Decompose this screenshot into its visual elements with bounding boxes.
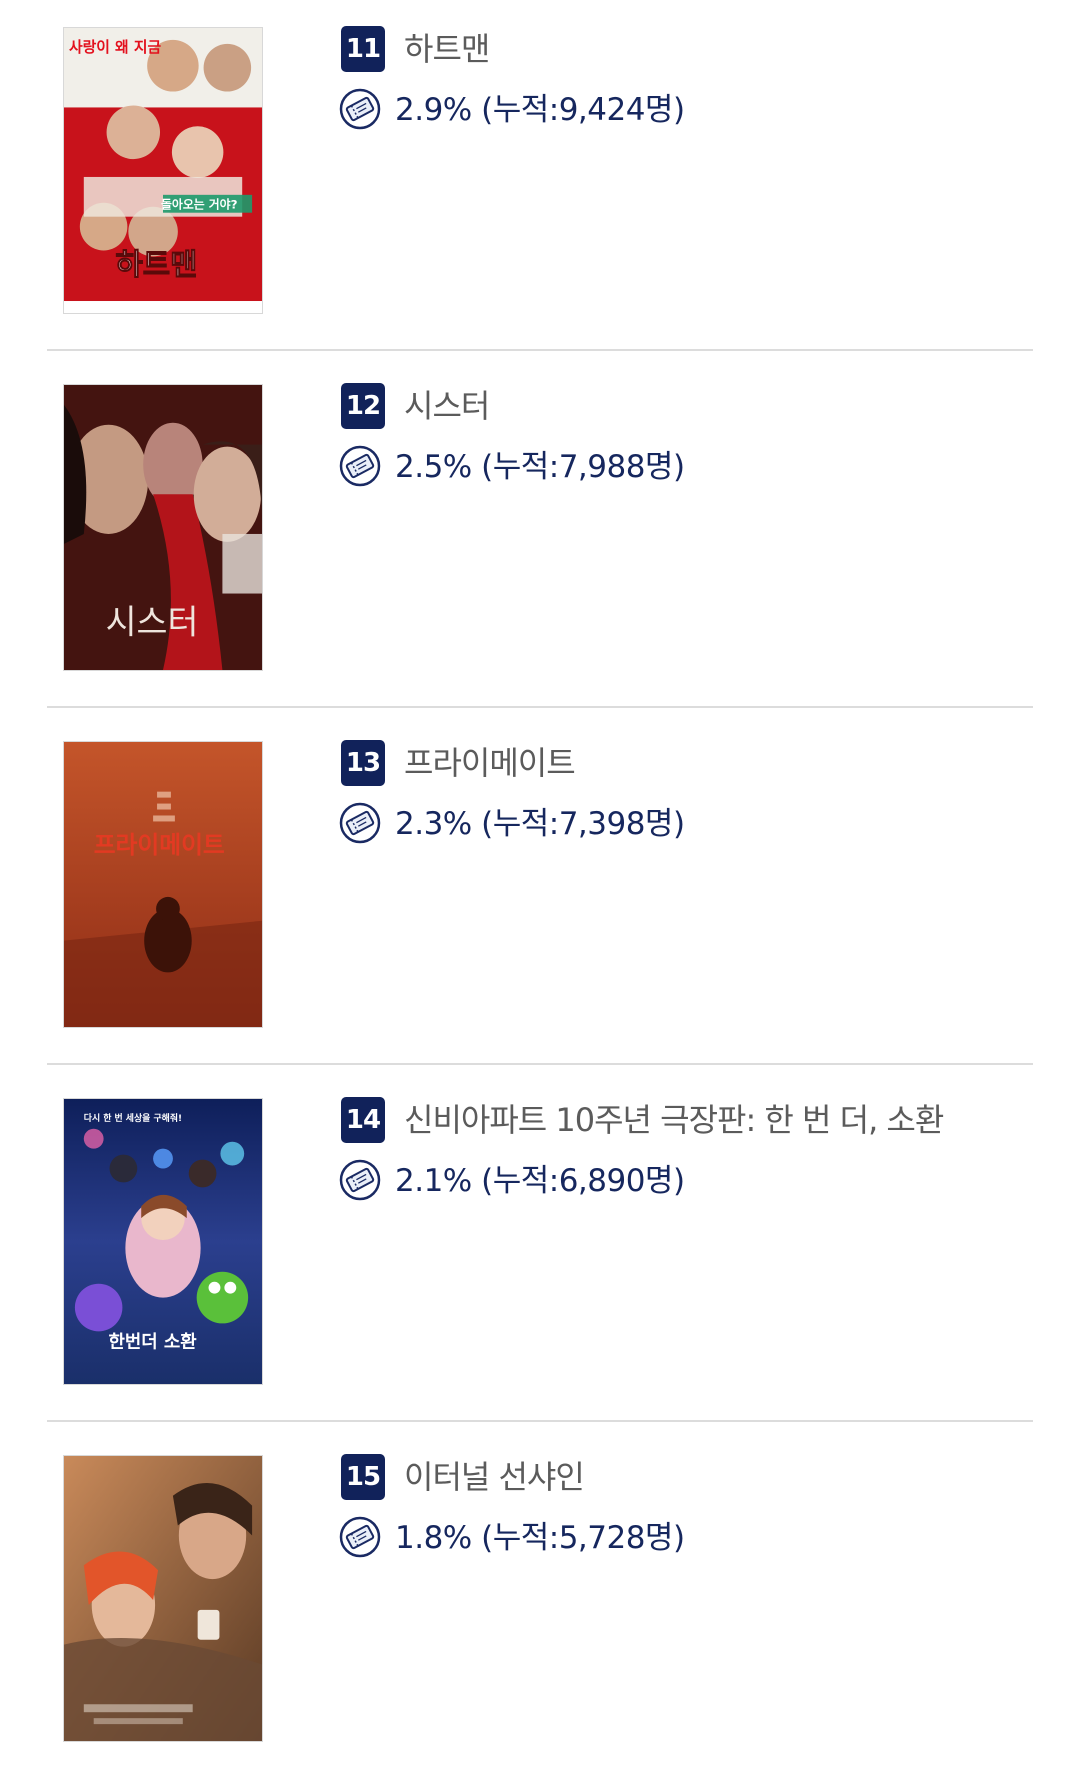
movie-title[interactable]: 신비아파트 10주년 극장판: 한 번 더, 소환 — [404, 1097, 944, 1143]
poster-image — [64, 1456, 262, 1741]
divider — [47, 706, 1033, 708]
svg-text:돌아오는 거야?: 돌아오는 거야? — [161, 198, 238, 212]
svg-text:시스터: 시스터 — [106, 602, 199, 641]
rank-badge: 12 — [341, 383, 385, 429]
movie-poster[interactable]: 프라이메이트 — [63, 741, 263, 1028]
movie-poster[interactable]: 사랑이 왜 지금 돌아오는 거야? 하트맨 — [63, 27, 263, 314]
list-item[interactable]: 15 이터널 선샤인 1.8% (누적:5,728명) — [0, 1428, 1080, 1785]
list-item[interactable]: 프라이메이트 13 프라이메이트 2.3% (누적:7,398명) — [0, 714, 1080, 1071]
ticket-icon — [339, 88, 381, 130]
poster-image: 다시 한 번 세상을 구해줘! 한번더 소환 — [64, 1099, 262, 1384]
movie-title[interactable]: 시스터 — [404, 383, 490, 429]
rank-badge: 15 — [341, 1454, 385, 1500]
movie-title[interactable]: 이터널 선샤인 — [404, 1454, 585, 1500]
rank-badge: 14 — [341, 1097, 385, 1143]
ticket-icon — [339, 1159, 381, 1201]
svg-text:다시 한 번 세상을 구해줘!: 다시 한 번 세상을 구해줘! — [84, 1112, 182, 1124]
list-item[interactable]: 사랑이 왜 지금 돌아오는 거야? 하트맨 11 하트맨 2.9% (누적:9,… — [0, 0, 1080, 357]
movie-title[interactable]: 프라이메이트 — [404, 740, 576, 786]
ticket-icon — [339, 802, 381, 844]
audience-stat: 2.3% (누적:7,398명) — [395, 806, 685, 842]
movie-title[interactable]: 하트맨 — [404, 26, 490, 72]
svg-text:하트맨: 하트맨 — [115, 247, 197, 282]
divider — [47, 1420, 1033, 1422]
audience-stat: 2.9% (누적:9,424명) — [395, 92, 685, 128]
svg-text:프라이메이트: 프라이메이트 — [94, 831, 225, 859]
list-item[interactable]: 다시 한 번 세상을 구해줘! 한번더 소환 14 신비아파트 10주년 극장판… — [0, 1071, 1080, 1428]
poster-image: 프라이메이트 — [64, 742, 262, 1027]
audience-stat: 2.5% (누적:7,988명) — [395, 449, 685, 485]
rank-badge: 13 — [341, 740, 385, 786]
audience-stat: 1.8% (누적:5,728명) — [395, 1520, 685, 1556]
poster-image: 시스터 — [64, 385, 262, 670]
poster-image: 사랑이 왜 지금 돌아오는 거야? 하트맨 — [64, 28, 262, 313]
rank-badge: 11 — [341, 26, 385, 72]
ticket-icon — [339, 445, 381, 487]
movie-poster[interactable]: 시스터 — [63, 384, 263, 671]
divider — [47, 349, 1033, 351]
movie-poster[interactable]: 다시 한 번 세상을 구해줘! 한번더 소환 — [63, 1098, 263, 1385]
list-item[interactable]: 시스터 12 시스터 2.5% (누적:7,988명) — [0, 357, 1080, 714]
movie-poster[interactable] — [63, 1455, 263, 1742]
audience-stat: 2.1% (누적:6,890명) — [395, 1163, 685, 1199]
ticket-icon — [339, 1516, 381, 1558]
svg-text:사랑이 왜 지금: 사랑이 왜 지금 — [69, 38, 162, 56]
divider — [47, 1063, 1033, 1065]
svg-text:한번더 소환: 한번더 소환 — [109, 1330, 198, 1352]
